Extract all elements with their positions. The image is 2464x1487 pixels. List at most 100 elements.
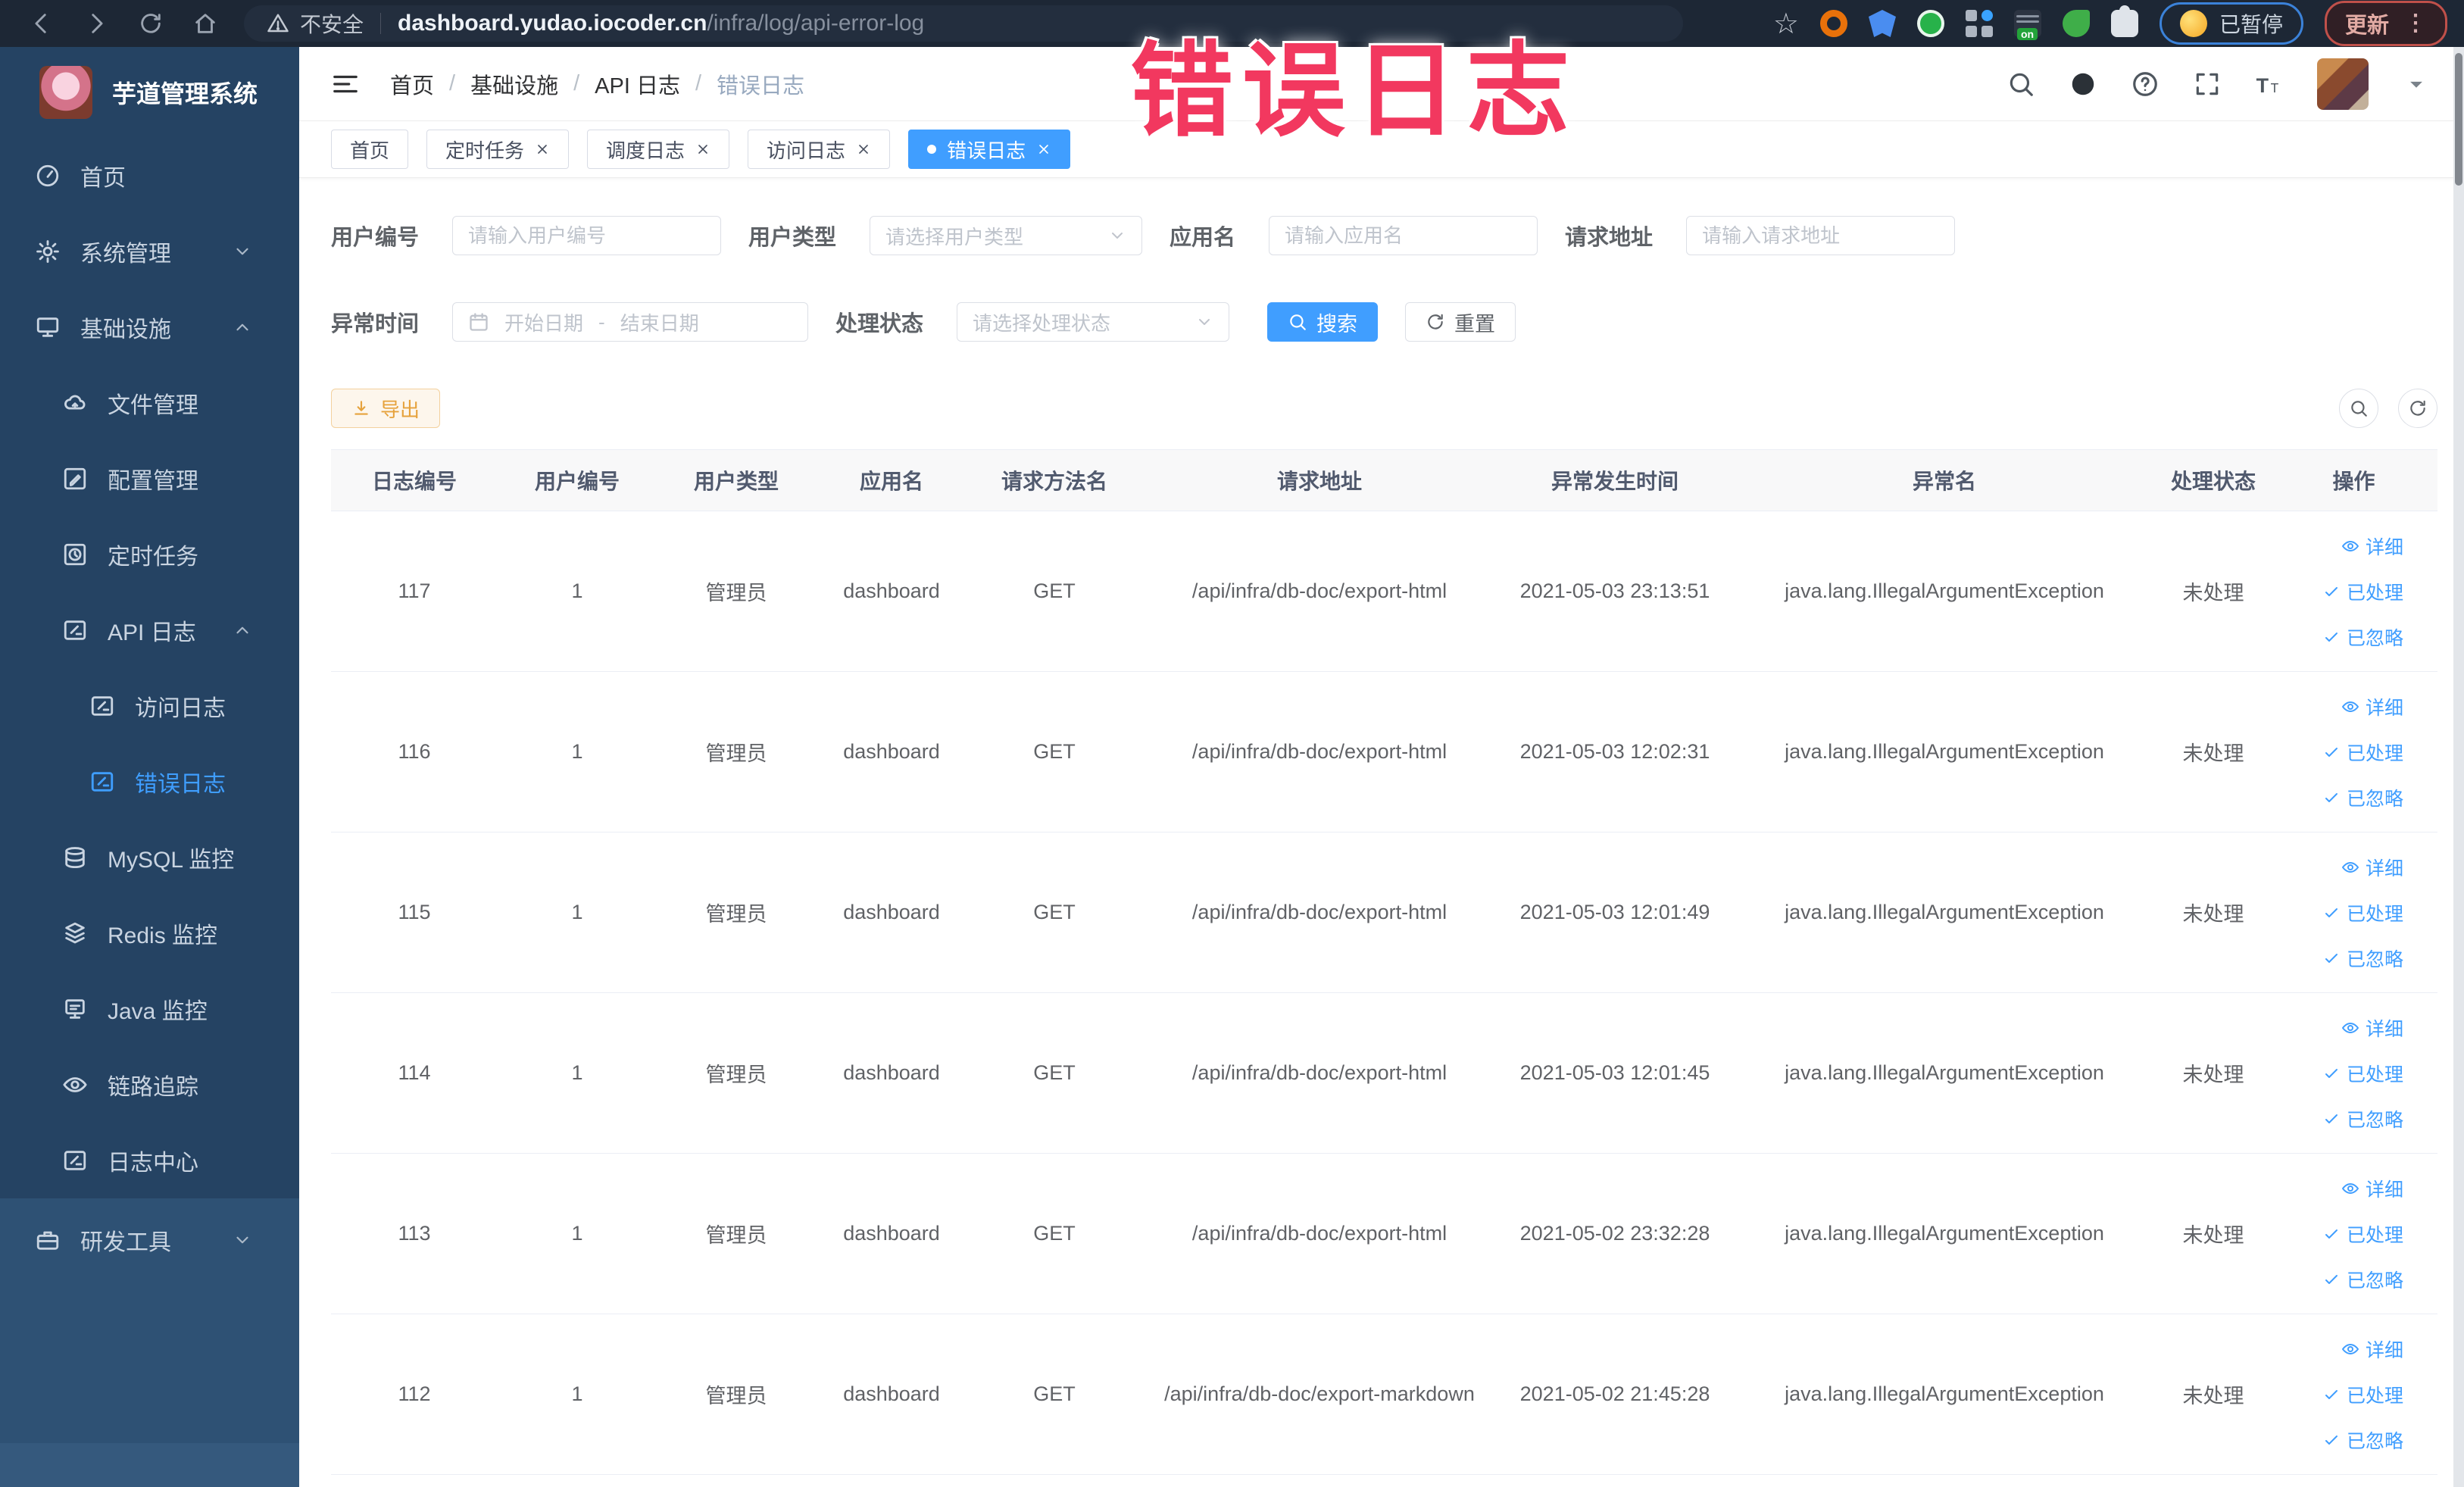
breadcrumb-item[interactable]: 首页 (390, 68, 434, 100)
extension-orange-icon[interactable] (1819, 10, 1847, 37)
table-cell: 114 (331, 992, 498, 1154)
search-button[interactable]: 搜索 (1267, 302, 1379, 342)
action-详细[interactable]: 详细 (2341, 1175, 2403, 1202)
tab-close-icon[interactable] (535, 142, 550, 157)
page-tabs-bar: 首页 定时任务 调度日志 访问日志 错误日志 (299, 121, 2464, 178)
browser-back-icon[interactable] (29, 11, 55, 36)
refresh-table-button[interactable] (2398, 389, 2437, 428)
tab-定时任务[interactable]: 定时任务 (426, 130, 570, 169)
address-bar[interactable]: 不安全 dashboard.yudao.iocoder.cn /infra/lo… (244, 5, 1683, 42)
end-date-placeholder: 结束日期 (620, 311, 699, 335)
user-id-input[interactable] (452, 216, 722, 255)
tab-首页[interactable]: 首页 (331, 130, 409, 169)
browser-update-button[interactable]: 更新 ⋮ (2324, 1, 2447, 46)
exception-time-range-picker[interactable]: 开始日期 - 结束日期 (452, 302, 809, 342)
font-size-icon[interactable]: TT (2255, 70, 2284, 98)
tab-调度日志[interactable]: 调度日志 (587, 130, 730, 169)
fullscreen-icon[interactable] (2193, 70, 2222, 98)
action-详细[interactable]: 详细 (2341, 1014, 2403, 1042)
action-已忽略[interactable]: 已忽略 (2322, 945, 2403, 972)
request-url-input[interactable] (1686, 216, 1956, 255)
action-已忽略[interactable]: 已忽略 (2322, 1105, 2403, 1132)
tab-label: 调度日志 (606, 139, 685, 162)
tab-close-icon[interactable] (695, 142, 710, 157)
browser-forward-icon[interactable] (83, 11, 109, 36)
header-search-icon[interactable] (2006, 70, 2035, 98)
page-scrollbar[interactable] (2453, 47, 2464, 1487)
breadcrumb-item[interactable]: API 日志 (595, 68, 680, 100)
breadcrumb-item[interactable]: 基础设施 (470, 68, 558, 100)
action-已处理[interactable]: 已处理 (2322, 578, 2403, 605)
tab-close-icon[interactable] (1036, 142, 1051, 157)
sidebar-item-java[interactable]: Java 监控 (0, 971, 299, 1047)
download-icon (351, 398, 371, 418)
sidebar-item-system[interactable]: 系统管理 (0, 214, 299, 289)
sidebar-item-label: Java 监控 (108, 999, 208, 1024)
action-已忽略[interactable]: 已忽略 (2322, 784, 2403, 811)
sidebar-item-file[interactable]: 文件管理 (0, 365, 299, 441)
browser-reload-icon[interactable] (138, 11, 164, 36)
sidebar-item-home[interactable]: 首页 (0, 138, 299, 214)
scrollbar-thumb[interactable] (2455, 53, 2462, 186)
action-已处理[interactable]: 已处理 (2322, 1381, 2403, 1408)
table-cell: GET (967, 832, 1141, 993)
extensions-puzzle-icon[interactable] (2110, 5, 2138, 37)
action-已忽略[interactable]: 已忽略 (2322, 1266, 2403, 1293)
extension-shield-icon[interactable] (1868, 10, 1896, 37)
table-cell: 未处理 (2156, 671, 2270, 833)
export-button[interactable]: 导出 (331, 389, 441, 428)
sidebar-item-label: 定时任务 (108, 545, 198, 570)
sidebar-item-error-log[interactable]: 错误日志 (0, 744, 299, 820)
sidebar-item-infra[interactable]: 基础设施 (0, 289, 299, 365)
sidebar-item-mysql[interactable]: MySQL 监控 (0, 820, 299, 895)
browser-menu-kebab-icon[interactable]: ⋮ (2404, 12, 2427, 35)
action-已处理[interactable]: 已处理 (2322, 739, 2403, 766)
tab-错误日志[interactable]: 错误日志 (908, 130, 1071, 169)
sidebar-item-log-center[interactable]: 日志中心 (0, 1123, 299, 1198)
action-已忽略[interactable]: 已忽略 (2322, 623, 2403, 651)
github-icon[interactable] (2069, 70, 2097, 98)
bookmark-star-icon[interactable]: ☆ (1773, 7, 1799, 41)
reset-button[interactable]: 重置 (1405, 302, 1516, 342)
action-已处理[interactable]: 已处理 (2322, 1220, 2403, 1248)
sidebar-item-config[interactable]: 配置管理 (0, 441, 299, 517)
action-已忽略[interactable]: 已忽略 (2322, 1426, 2403, 1454)
range-separator: - (598, 310, 605, 333)
profile-paused-badge[interactable]: 已暂停 (2159, 2, 2303, 45)
avatar-caret-down-icon[interactable] (2402, 70, 2431, 98)
action-已处理[interactable]: 已处理 (2322, 1060, 2403, 1087)
action-详细[interactable]: 详细 (2341, 693, 2403, 720)
action-详细[interactable]: 详细 (2341, 854, 2403, 881)
sidebar-item-dev-tools[interactable]: 研发工具 (0, 1198, 299, 1282)
table-cell: 2021-05-03 23:13:51 (1497, 511, 1732, 672)
tab-close-icon[interactable] (856, 142, 871, 157)
toggle-search-button[interactable] (2339, 389, 2378, 428)
table-cell: 1 (498, 511, 657, 672)
user-type-select[interactable]: 请选择用户类型 (870, 216, 1143, 255)
hamburger-icon[interactable] (331, 70, 360, 98)
browser-home-icon[interactable] (192, 11, 218, 36)
action-详细[interactable]: 详细 (2341, 533, 2403, 560)
extension-grid-icon[interactable] (1965, 10, 1993, 37)
action-已处理[interactable]: 已处理 (2322, 899, 2403, 926)
sidebar-item-api-log[interactable]: API 日志 (0, 592, 299, 668)
sidebar-item-redis[interactable]: Redis 监控 (0, 895, 299, 971)
sidebar-item-access-log[interactable]: 访问日志 (0, 668, 299, 744)
table-cell: dashboard (816, 511, 967, 672)
extension-leaf-icon[interactable] (2062, 10, 2090, 37)
app-name-input[interactable] (1269, 216, 1538, 255)
tab-访问日志[interactable]: 访问日志 (748, 130, 891, 169)
extension-green-icon[interactable] (1916, 10, 1944, 37)
extension-switch-on-icon[interactable]: on (2013, 10, 2041, 40)
eye-icon (2341, 858, 2359, 876)
process-status-select[interactable]: 请选择处理状态 (957, 302, 1230, 342)
user-avatar[interactable] (2317, 58, 2369, 110)
action-详细[interactable]: 详细 (2341, 1335, 2403, 1363)
help-icon[interactable] (2131, 70, 2160, 98)
breadcrumb-item[interactable]: 错误日志 (717, 68, 804, 100)
sidebar-item-trace[interactable]: 链路追踪 (0, 1047, 299, 1123)
sidebar-item-job[interactable]: 定时任务 (0, 517, 299, 592)
table-cell: GET (967, 671, 1141, 833)
app-logo[interactable]: 芋道管理系统 (0, 47, 299, 138)
mysql-icon (62, 845, 88, 870)
